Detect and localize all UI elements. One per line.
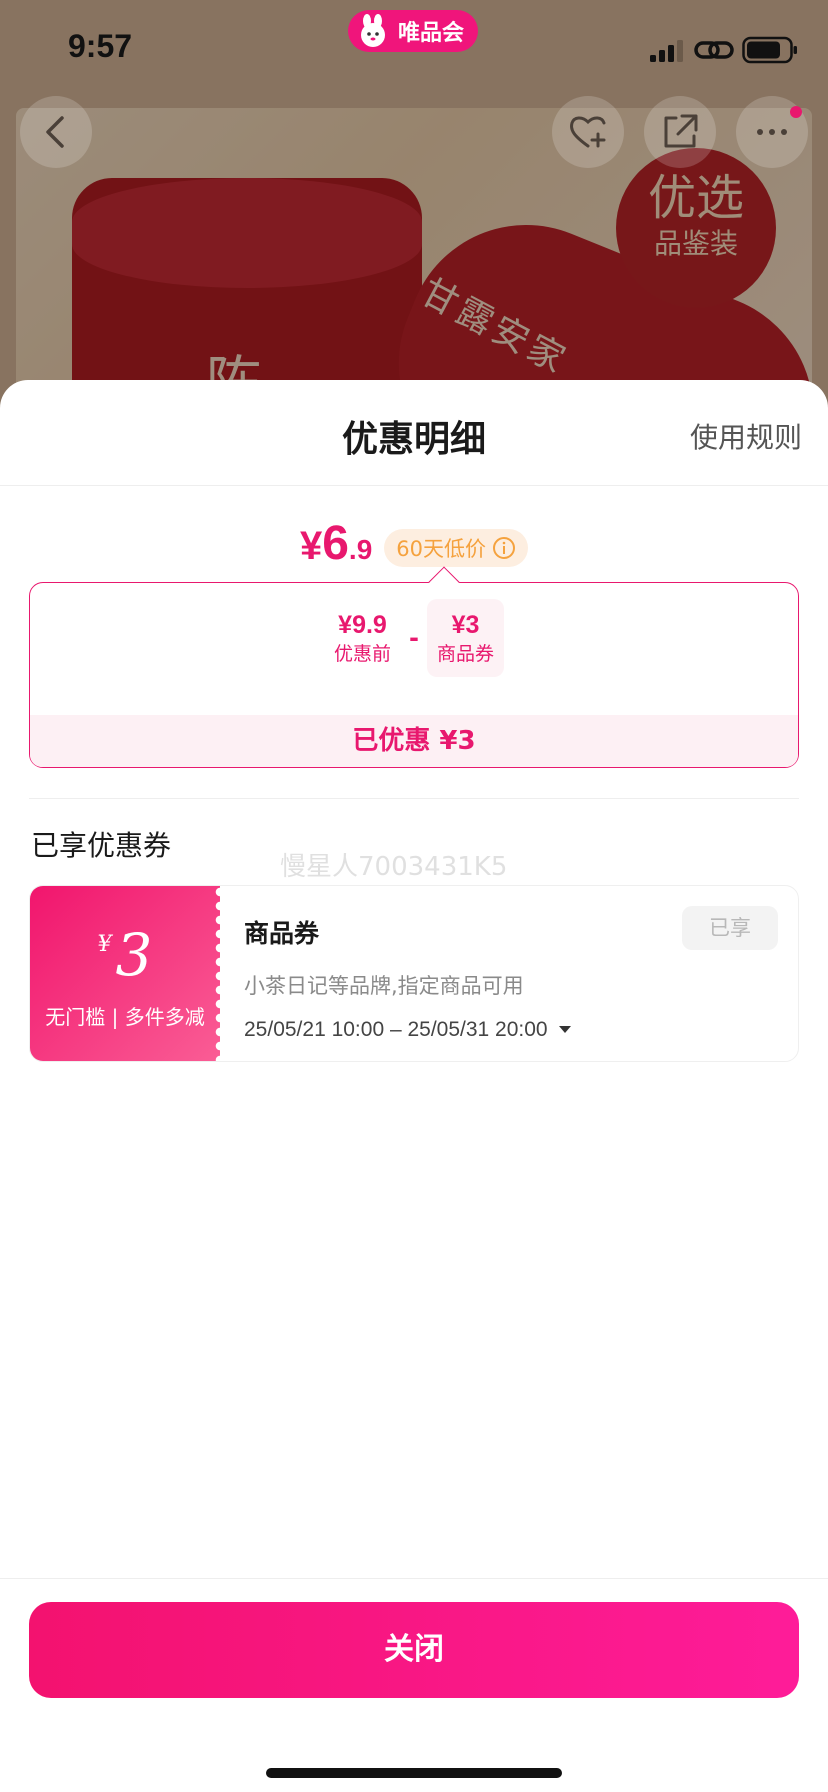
user-watermark: 慢星人7003431K5 (280, 852, 508, 882)
more-button[interactable] (736, 96, 808, 168)
section-divider (29, 798, 799, 799)
status-time: 9:57 (68, 28, 133, 64)
final-price-row: ¥ 6 .9 60天低价 (0, 516, 828, 571)
battery-icon (742, 36, 797, 64)
final-price-integer: 6 (322, 517, 349, 570)
discount-detail-sheet: 优惠明细 使用规则 ¥ 6 .9 60天低价 ¥9.9 优惠前 - ¥3 商品券… (0, 380, 828, 1792)
share-icon (664, 114, 698, 148)
back-button[interactable] (20, 96, 92, 168)
coupon-name: 商品券 (244, 919, 320, 948)
minus-sign: - (409, 624, 419, 652)
app-badge-label: 唯品会 (398, 21, 465, 46)
breakdown-caret (428, 566, 460, 598)
low-price-label: 60天低价 (396, 537, 487, 561)
home-indicator (266, 1768, 562, 1778)
coupon-validity[interactable]: 25/05/21 10:00 – 25/05/31 20:00 (244, 1018, 572, 1042)
usage-rules-link[interactable]: 使用规则 (690, 416, 802, 456)
notification-dot (790, 106, 802, 118)
coupon-details: 商品券 小茶日记等品牌,指定商品可用 25/05/21 10:00 – 25/0… (220, 886, 798, 1061)
more-dots-icon (757, 129, 787, 135)
status-bar: 9:57 唯品会 (0, 0, 828, 88)
total-saved: 已优惠 ¥3 (30, 715, 798, 767)
coupon-value: 3 (115, 921, 153, 989)
back-arrow-icon (46, 116, 64, 148)
final-price-decimal: .9 (348, 534, 373, 565)
coupon-discount-item: ¥3 商品券 (426, 599, 504, 677)
share-button[interactable] (644, 96, 716, 168)
final-price-currency: ¥ (299, 524, 323, 568)
coupon-validity-text: 25/05/21 10:00 – 25/05/31 20:00 (244, 1018, 548, 1041)
rabbit-mascot-icon (361, 14, 385, 47)
screen: 陈 甘露安家 优选 品鉴装 9:57 唯品会 (0, 0, 828, 1792)
breakdown-formula: ¥9.9 优惠前 - ¥3 商品券 (30, 599, 798, 677)
enjoyed-coupons-title: 已享优惠券 (31, 829, 172, 862)
original-price-label: 优惠前 (334, 643, 392, 665)
personal-hotspot-icon (694, 41, 734, 59)
price-breakdown: ¥9.9 优惠前 - ¥3 商品券 已优惠 ¥3 (29, 566, 799, 768)
coupon-discount-label: 商品券 (436, 643, 494, 665)
app-badge[interactable]: 唯品会 (348, 10, 479, 52)
coupon-stub: ¥ 3 无门槛 | 多件多减 (30, 886, 226, 1061)
cellular-signal-icon (650, 40, 683, 62)
coupon-scope: 小茶日记等品牌,指定商品可用 (244, 974, 524, 998)
coupon-condition: 无门槛 | 多件多减 (45, 1005, 205, 1029)
original-price-value: ¥9.9 (338, 611, 387, 639)
low-price-tag[interactable]: 60天低价 (384, 529, 529, 567)
original-price-item: ¥9.9 优惠前 (324, 599, 401, 677)
favorite-button[interactable] (552, 96, 624, 168)
footer-divider (0, 1578, 828, 1579)
coupon-currency: ¥ (97, 932, 112, 957)
close-button[interactable]: 关闭 (29, 1602, 799, 1698)
info-icon (493, 537, 516, 559)
sheet-header: 优惠明细 使用规则 (0, 380, 828, 486)
final-price: ¥ 6 .9 (300, 516, 372, 571)
coupon-status-badge: 已享 (682, 906, 778, 950)
chevron-down-icon (558, 1026, 571, 1033)
coupon-amount: ¥ 3 (30, 926, 220, 984)
heart-plus-icon (570, 116, 606, 148)
coupon-card[interactable]: ¥ 3 无门槛 | 多件多减 商品券 小茶日记等品牌,指定商品可用 25/05/… (29, 885, 799, 1062)
coupon-discount-value: ¥3 (451, 611, 480, 639)
